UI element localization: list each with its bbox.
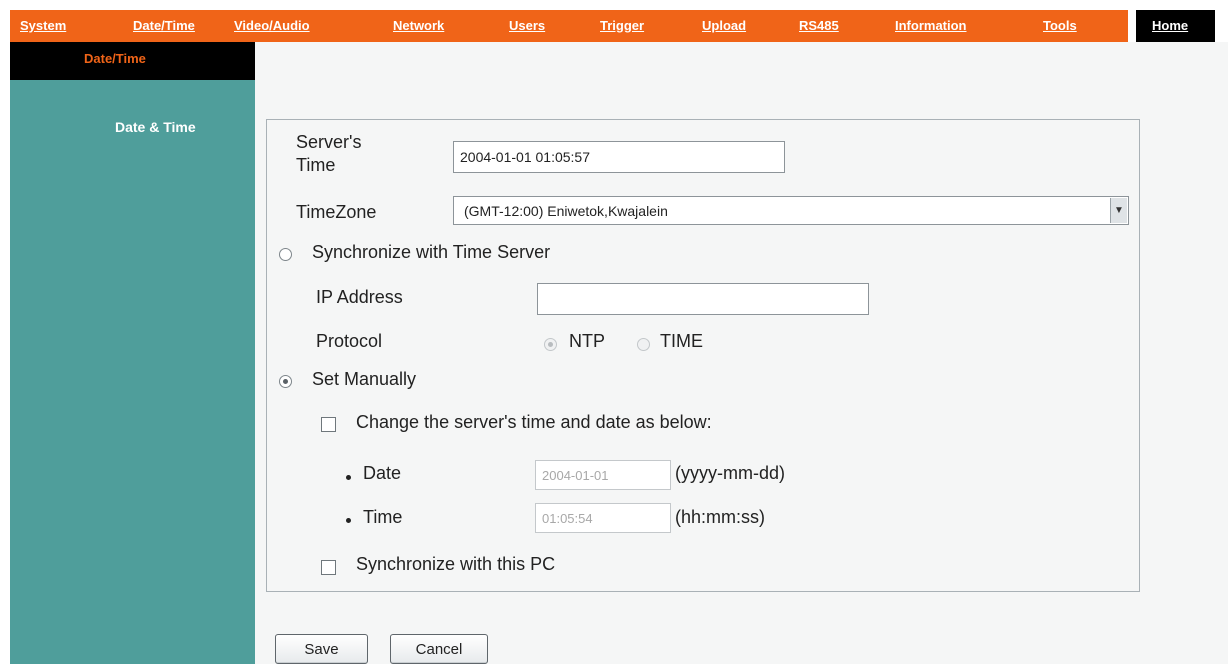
nav-upload[interactable]: Upload [702, 18, 746, 33]
cancel-button[interactable]: Cancel [390, 634, 488, 664]
nav-information[interactable]: Information [895, 18, 967, 33]
chevron-down-icon[interactable]: ▼ [1110, 198, 1127, 223]
protocol-ntp-label: NTP [569, 331, 605, 351]
timezone-label: TimeZone [296, 202, 377, 222]
sync-pc-label: Synchronize with this PC [356, 554, 556, 574]
date-label: Date [363, 463, 402, 483]
sidebar-header-label: Date/Time [84, 51, 146, 66]
protocol-label: Protocol [316, 331, 383, 351]
date-format-hint: (yyyy-mm-dd) [675, 463, 785, 483]
sidebar-header: Date/Time [10, 42, 255, 80]
protocol-ntp-radio[interactable] [544, 338, 557, 351]
top-navigation-bar: System Date/Time Video/Audio Network Use… [10, 10, 1128, 42]
sidebar: Date/Time Date & Time [10, 42, 255, 664]
time-bullet [346, 518, 351, 523]
ip-address-input[interactable] [537, 283, 869, 315]
protocol-time-radio[interactable] [637, 338, 650, 351]
sync-pc-checkbox[interactable] [321, 560, 336, 575]
sync-time-server-label: Synchronize with Time Server [312, 242, 551, 262]
nav-system[interactable]: System [20, 18, 66, 33]
nav-trigger[interactable]: Trigger [600, 18, 644, 33]
nav-rs485[interactable]: RS485 [799, 18, 839, 33]
home-tab: Home [1136, 10, 1215, 42]
server-time-field[interactable]: 2004-01-01 01:05:57 [453, 141, 785, 173]
server-time-label: Server's Time [296, 132, 362, 175]
main-content: Server's Time 2004-01-01 01:05:57 TimeZo… [255, 42, 1228, 664]
nav-tools[interactable]: Tools [1043, 18, 1077, 33]
ip-address-label: IP Address [316, 287, 403, 307]
time-input[interactable]: 01:05:54 [535, 503, 671, 533]
set-manually-radio[interactable] [279, 375, 292, 388]
time-label: Time [363, 507, 403, 527]
date-input[interactable]: 2004-01-01 [535, 460, 671, 490]
change-time-label: Change the server's time and date as bel… [356, 412, 712, 432]
nav-date-time[interactable]: Date/Time [133, 18, 195, 33]
set-manually-label: Set Manually [312, 369, 417, 389]
timezone-select[interactable]: (GMT-12:00) Eniwetok,Kwajalein ▼ [453, 196, 1129, 225]
nav-network[interactable]: Network [393, 18, 444, 33]
nav-home[interactable]: Home [1152, 18, 1188, 33]
date-bullet [346, 475, 351, 480]
save-button[interactable]: Save [275, 634, 368, 664]
protocol-time-label: TIME [660, 331, 703, 351]
sidebar-item-date-and-time[interactable]: Date & Time [115, 119, 196, 135]
nav-video-audio[interactable]: Video/Audio [234, 18, 310, 33]
date-time-settings-panel: Server's Time 2004-01-01 01:05:57 TimeZo… [266, 119, 1140, 592]
sync-time-server-radio[interactable] [279, 248, 292, 261]
time-format-hint: (hh:mm:ss) [675, 507, 765, 527]
nav-users[interactable]: Users [509, 18, 545, 33]
change-time-checkbox[interactable] [321, 417, 336, 432]
timezone-selected-value: (GMT-12:00) Eniwetok,Kwajalein [464, 202, 668, 219]
